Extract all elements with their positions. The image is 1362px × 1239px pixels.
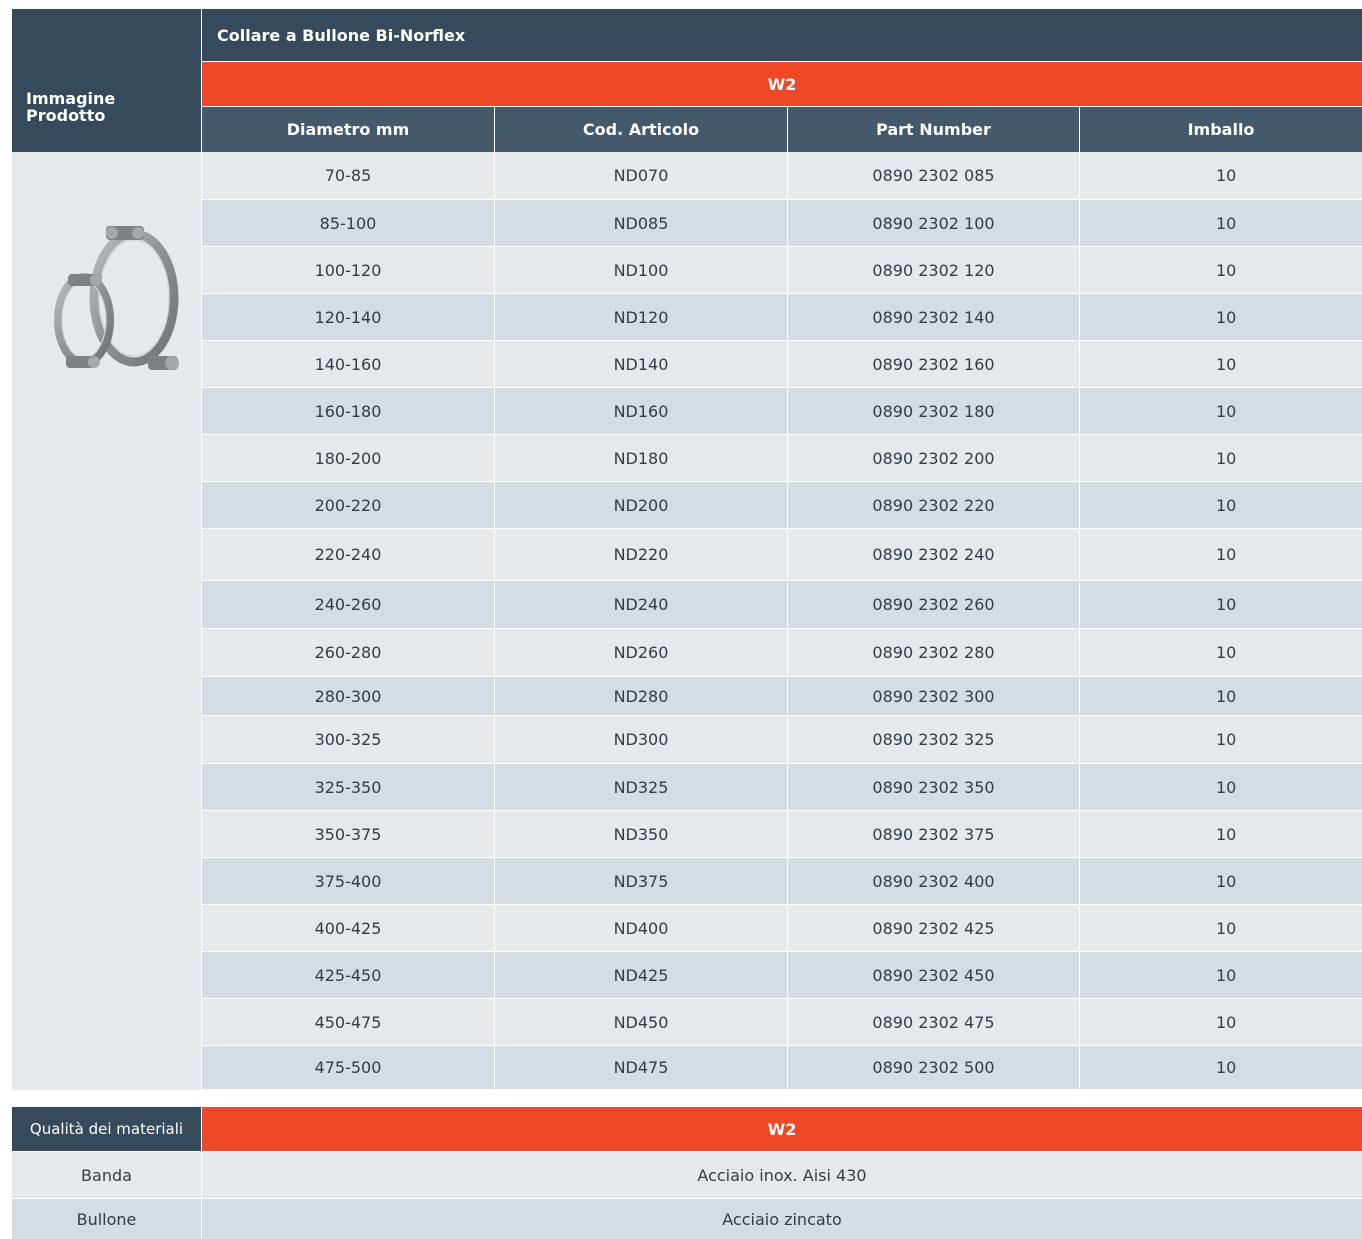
cell-part-number: 0890 2302 400	[788, 858, 1079, 904]
materials-row-value: Acciaio zincato	[202, 1199, 1362, 1239]
cell-imballo: 10	[1080, 581, 1362, 628]
cell-part-number: 0890 2302 450	[788, 952, 1079, 998]
material-band-label: W2	[767, 74, 797, 94]
column-header-part-number: Part Number	[788, 107, 1079, 152]
cell-part-number: 0890 2302 240	[788, 529, 1079, 580]
cell-part-number: 0890 2302 200	[788, 435, 1079, 481]
cell-part-number: 0890 2302 120	[788, 247, 1079, 293]
cell-diametro: 240-260	[202, 581, 494, 628]
product-image-cell	[12, 152, 201, 1090]
cell-part-number: 0890 2302 140	[788, 294, 1079, 340]
cell-part-number: 0890 2302 100	[788, 200, 1079, 246]
cell-diametro: 120-140	[202, 294, 494, 340]
cell-cod-articolo: ND100	[495, 247, 787, 293]
cell-part-number: 0890 2302 475	[788, 999, 1079, 1045]
cell-part-number: 0890 2302 375	[788, 811, 1079, 857]
cell-part-number: 0890 2302 180	[788, 388, 1079, 434]
cell-cod-articolo: ND200	[495, 482, 787, 528]
cell-diametro: 70-85	[202, 152, 494, 199]
cell-imballo: 10	[1080, 952, 1362, 998]
cell-part-number: 0890 2302 425	[788, 905, 1079, 951]
cell-diametro: 375-400	[202, 858, 494, 904]
cell-cod-articolo: ND425	[495, 952, 787, 998]
material-band: W2	[202, 62, 1362, 106]
cell-part-number: 0890 2302 085	[788, 152, 1079, 199]
product-title: Collare a Bullone Bi-Norflex	[217, 25, 466, 45]
cell-diametro: 200-220	[202, 482, 494, 528]
cell-diametro: 450-475	[202, 999, 494, 1045]
cell-imballo: 10	[1080, 811, 1362, 857]
cell-cod-articolo: ND475	[495, 1046, 787, 1089]
cell-part-number: 0890 2302 280	[788, 629, 1079, 676]
cell-cod-articolo: ND260	[495, 629, 787, 676]
cell-imballo: 10	[1080, 152, 1362, 199]
cell-imballo: 10	[1080, 764, 1362, 810]
cell-cod-articolo: ND400	[495, 905, 787, 951]
cell-imballo: 10	[1080, 905, 1362, 951]
cell-cod-articolo: ND085	[495, 200, 787, 246]
cell-part-number: 0890 2302 500	[788, 1046, 1079, 1089]
cell-cod-articolo: ND140	[495, 341, 787, 387]
cell-cod-articolo: ND240	[495, 581, 787, 628]
cell-diametro: 300-325	[202, 716, 494, 763]
cell-diametro: 85-100	[202, 200, 494, 246]
cell-cod-articolo: ND375	[495, 858, 787, 904]
cell-imballo: 10	[1080, 294, 1362, 340]
cell-cod-articolo: ND280	[495, 677, 787, 715]
cell-cod-articolo: ND180	[495, 435, 787, 481]
product-title-bar: Collare a Bullone Bi-Norflex	[202, 9, 1362, 61]
cell-cod-articolo: ND220	[495, 529, 787, 580]
cell-cod-articolo: ND325	[495, 764, 787, 810]
cell-imballo: 10	[1080, 1046, 1362, 1089]
cell-part-number: 0890 2302 350	[788, 764, 1079, 810]
cell-diametro: 160-180	[202, 388, 494, 434]
cell-part-number: 0890 2302 220	[788, 482, 1079, 528]
cell-diametro: 220-240	[202, 529, 494, 580]
cell-diametro: 260-280	[202, 629, 494, 676]
cell-part-number: 0890 2302 325	[788, 716, 1079, 763]
cell-diametro: 400-425	[202, 905, 494, 951]
cell-part-number: 0890 2302 300	[788, 677, 1079, 715]
materials-row-value: Acciaio inox. Aisi 430	[202, 1152, 1362, 1198]
cell-cod-articolo: ND070	[495, 152, 787, 199]
cell-imballo: 10	[1080, 629, 1362, 676]
column-header-diametro: Diametro mm	[202, 107, 494, 152]
cell-imballo: 10	[1080, 200, 1362, 246]
cell-diametro: 350-375	[202, 811, 494, 857]
cell-imballo: 10	[1080, 341, 1362, 387]
cell-diametro: 280-300	[202, 677, 494, 715]
materials-header-value: W2	[202, 1107, 1362, 1151]
cell-cod-articolo: ND300	[495, 716, 787, 763]
cell-part-number: 0890 2302 160	[788, 341, 1079, 387]
cell-cod-articolo: ND450	[495, 999, 787, 1045]
cell-diametro: 140-160	[202, 341, 494, 387]
cell-imballo: 10	[1080, 247, 1362, 293]
cell-imballo: 10	[1080, 529, 1362, 580]
cell-imballo: 10	[1080, 435, 1362, 481]
materials-header-label: Qualità dei materiali	[12, 1107, 201, 1151]
image-column-header-label: Immagine Prodotto	[26, 89, 116, 125]
cell-cod-articolo: ND160	[495, 388, 787, 434]
cell-imballo: 10	[1080, 716, 1362, 763]
cell-diametro: 425-450	[202, 952, 494, 998]
materials-row-label: Bullone	[12, 1199, 201, 1239]
cell-imballo: 10	[1080, 999, 1362, 1045]
cell-imballo: 10	[1080, 482, 1362, 528]
column-header-cod-articolo: Cod. Articolo	[495, 107, 787, 152]
column-header-imballo: Imballo	[1080, 107, 1362, 152]
cell-diametro: 325-350	[202, 764, 494, 810]
cell-imballo: 10	[1080, 388, 1362, 434]
bolt-clamp-image	[54, 226, 179, 370]
materials-row-label: Banda	[12, 1152, 201, 1198]
cell-diametro: 180-200	[202, 435, 494, 481]
cell-imballo: 10	[1080, 858, 1362, 904]
cell-cod-articolo: ND350	[495, 811, 787, 857]
cell-part-number: 0890 2302 260	[788, 581, 1079, 628]
cell-cod-articolo: ND120	[495, 294, 787, 340]
cell-diametro: 100-120	[202, 247, 494, 293]
cell-imballo: 10	[1080, 677, 1362, 715]
cell-diametro: 475-500	[202, 1046, 494, 1089]
image-column-header: Immagine Prodotto	[12, 9, 201, 152]
